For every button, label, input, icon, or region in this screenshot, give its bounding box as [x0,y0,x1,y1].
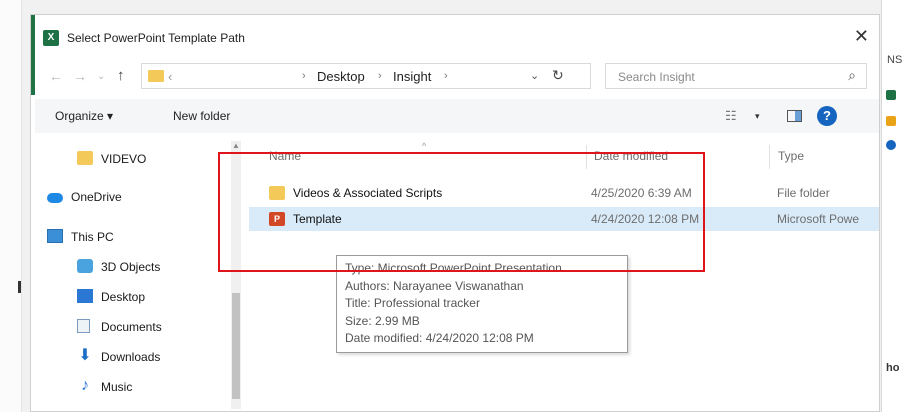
search-icon[interactable]: ⌕ [848,67,856,84]
documents-icon [77,319,90,333]
column-header-name[interactable]: Name [269,149,301,163]
breadcrumb-insight[interactable]: Insight [393,69,431,84]
file-name: Template [293,212,342,226]
nav-item-label: Documents [101,320,162,334]
nav-item-documents[interactable]: Documents [35,315,235,339]
title-bar: X Select PowerPoint Template Path ✕ [35,15,879,59]
up-arrow-icon[interactable]: ↑ [117,67,125,84]
scrollbar-thumb[interactable] [232,293,240,399]
window-title: Select PowerPoint Template Path [67,31,245,45]
background-app-icon [886,90,896,100]
folder-icon [269,186,285,200]
refresh-icon[interactable]: ↻ [552,67,564,84]
file-date-modified: 4/24/2020 12:08 PM [591,212,700,226]
background-app-icon [886,140,896,150]
tooltip-type: Type: Microsoft PowerPoint Presentation [345,261,562,275]
column-divider[interactable] [586,145,587,169]
nav-item-onedrive[interactable]: OneDrive [35,185,235,209]
file-dialog: X Select PowerPoint Template Path ✕ ← → … [30,14,880,412]
recent-locations-chevron-icon[interactable]: ⌄ [97,71,105,82]
forward-arrow-icon[interactable]: → [73,68,87,84]
music-icon: ♪ [81,377,89,394]
nav-item-downloads[interactable]: ⬇ Downloads [35,345,235,369]
column-header-type[interactable]: Type [778,149,804,163]
nav-item-label: Music [101,380,133,394]
file-info-tooltip: Type: Microsoft PowerPoint Presentation … [336,255,628,353]
pc-icon [47,229,63,243]
address-bar[interactable]: ‹ › Desktop › Insight › ⌄ ↻ [141,63,591,89]
file-type: File folder [777,186,830,200]
folder-icon [77,151,93,165]
powerpoint-file-icon: P [269,212,285,226]
background-window-right: NS ho [881,0,906,412]
tooltip-authors: Authors: Narayanee Viswanathan [345,278,524,293]
address-dropdown-icon[interactable]: ⌄ [530,69,539,82]
search-placeholder: Search Insight [618,70,695,84]
nav-item-label: Desktop [101,290,146,304]
3d-objects-icon [77,259,93,273]
sort-caret-icon: ^ [422,141,427,151]
background-window-edge [0,0,22,412]
breadcrumb-separator[interactable]: › [444,70,448,82]
change-view-icon[interactable]: ☷ [725,108,737,124]
new-folder-button[interactable]: New folder [173,109,230,123]
back-arrow-icon[interactable]: ← [49,68,63,84]
nav-item-label: This PC [71,230,114,244]
file-row-videos-associated-scripts[interactable]: Videos & Associated Scripts 4/25/2020 6:… [249,181,879,205]
view-options-chevron-icon[interactable]: ▾ [755,111,760,122]
nav-pane-scrollbar[interactable]: ▲ [231,141,241,409]
excel-app-icon: X [43,30,59,46]
search-input[interactable]: Search Insight ⌕ [605,63,867,89]
background-tick [18,281,21,293]
desktop-icon [77,289,93,303]
nav-item-3d-objects[interactable]: 3D Objects [35,255,235,279]
background-text: NS [887,54,903,66]
nav-item-label: 3D Objects [101,260,161,274]
breadcrumb-separator[interactable]: › [378,70,382,82]
nav-item-this-pc[interactable]: This PC [35,225,235,249]
tooltip-title: Title: Professional tracker [345,296,480,310]
nav-item-label: VIDEVO [101,152,147,166]
column-header-date-modified[interactable]: Date modified [594,149,668,163]
onedrive-cloud-icon [47,193,63,203]
close-button[interactable]: ✕ [854,27,869,45]
column-divider[interactable] [769,145,770,169]
nav-item-videvo[interactable]: VIDEVO [35,147,235,171]
nav-item-label: Downloads [101,350,161,364]
address-hidden-segment: ‹ [168,69,173,84]
file-date-modified: 4/25/2020 6:39 AM [591,186,692,200]
scroll-up-arrow-icon[interactable]: ▲ [231,141,241,150]
address-row: ← → ⌄ ↑ ‹ › Desktop › Insight › ⌄ ↻ Sear… [35,59,879,93]
downloads-icon: ⬇ [78,347,92,364]
file-type: Microsoft Powe [777,212,860,226]
breadcrumb-desktop[interactable]: Desktop [317,69,365,84]
navigation-pane: VIDEVO OneDrive This PC 3D Objects Deskt… [35,139,239,411]
command-bar: Organize ▾ New folder ☷ ▾ ? [35,99,879,133]
background-text: ho [886,362,900,374]
background-app-icon [886,116,896,126]
file-row-template[interactable]: P Template 4/24/2020 12:08 PM Microsoft … [249,207,879,231]
file-name: Videos & Associated Scripts [293,186,443,200]
nav-item-label: OneDrive [71,190,122,204]
tooltip-size: Size: 2.99 MB [345,313,420,328]
organize-button[interactable]: Organize ▾ [55,109,113,123]
help-icon[interactable]: ? [817,106,837,126]
nav-item-desktop[interactable]: Desktop [35,285,235,309]
tooltip-date-modified: Date modified: 4/24/2020 12:08 PM [345,331,534,345]
nav-item-music[interactable]: ♪ Music [35,375,235,399]
preview-pane-icon[interactable] [787,110,802,122]
folder-icon [148,70,164,82]
breadcrumb-separator[interactable]: › [302,70,306,82]
